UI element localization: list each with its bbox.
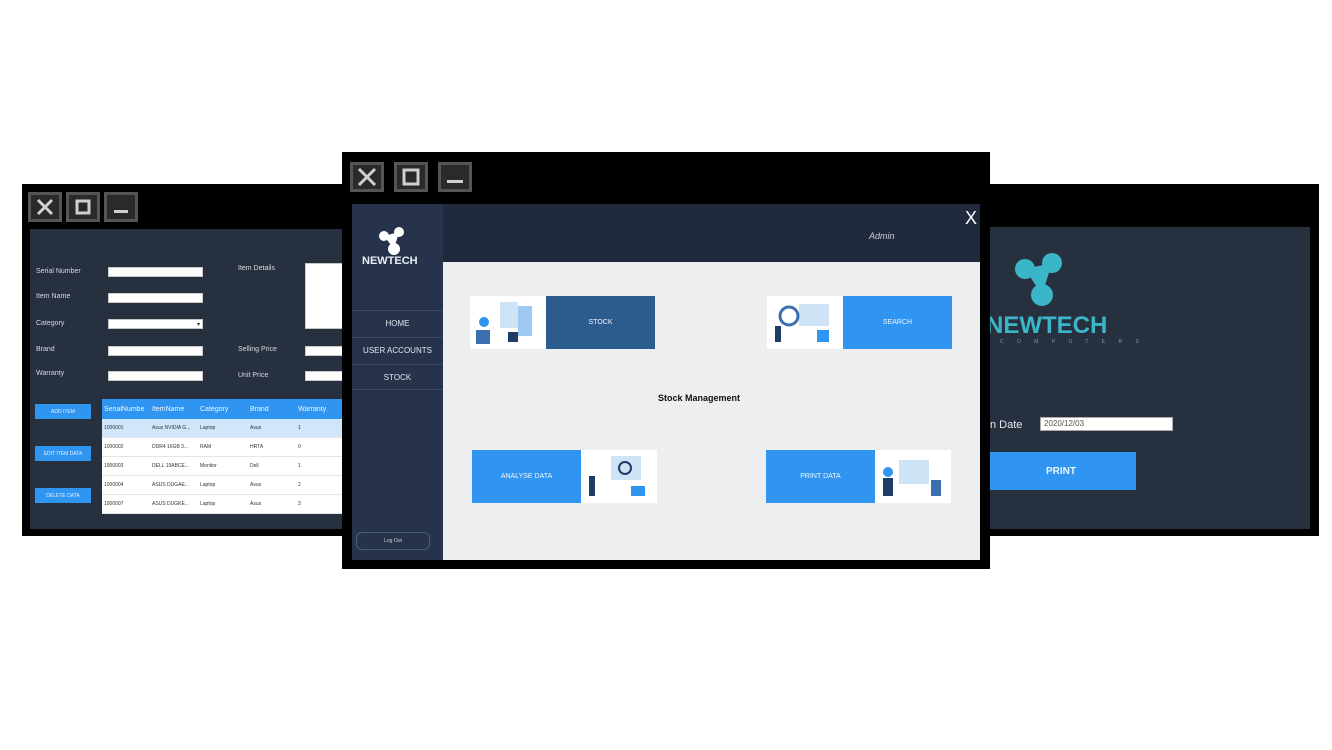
search-button[interactable]: SEARCH [843,296,952,349]
table-cell: DDR4 16GB 3... [152,444,189,450]
table-cell: 1 [298,425,301,431]
print-illustration [875,450,951,503]
brand-field[interactable] [108,346,203,356]
item-name-label: Item Name [36,293,71,300]
table-cell: Laptop [200,482,216,488]
table-cell: RAM [200,444,212,450]
column-header[interactable]: SerialNumbe [102,406,152,413]
stock-management-window: NEWTECH HOME USER ACCOUNTS STOCK Log Out… [342,152,990,569]
analyse-illustration [581,450,657,503]
table-cell: 1000007 [104,501,124,507]
item-entry-form: Serial Number Item Name Category ▾ Brand… [30,229,352,529]
maximize-icon[interactable] [66,192,100,222]
brand-wordmark: NEWTECH [986,312,1108,339]
table-cell: 1 [298,463,301,469]
add-item-button[interactable]: ADD ITEM [35,404,91,419]
unit-price-label: Unit Price [238,372,269,379]
analyse-tile[interactable]: ANALYSE DATA [472,450,657,503]
print-tile[interactable]: PRINT DATA [766,450,951,503]
stock-tile[interactable]: STOCK [470,296,655,349]
table-row[interactable]: 1000001 Asus NVIDIA G... Laptop Asus 1 [102,419,352,438]
page-title: Stock Management [658,393,741,403]
table-cell: 1000002 [104,444,124,450]
table-cell: 1000003 [104,463,124,469]
search-tile[interactable]: SEARCH [767,296,952,349]
table-cell: 0 [298,444,301,450]
column-header[interactable]: Brand [250,406,298,413]
table-cell: Asus [250,501,262,507]
brand-tagline: C O M P U T E R S [1000,339,1145,345]
edit-item-button[interactable]: EDIT ITEM DATA [35,446,91,461]
table-row[interactable]: 1000004 ASUS DUGAE... Laptop Asus 2 [102,476,352,495]
current-user: Admin [869,231,895,241]
chevron-down-icon: ▾ [196,322,200,328]
date-label: n Date [990,419,1023,431]
table-cell: Asus [250,425,262,431]
print-button[interactable]: PRINT [986,452,1136,490]
table-cell: Laptop [200,501,216,507]
table-cell: 3 [298,501,301,507]
items-table: SerialNumbe ItemName Category Brand Warr… [102,399,352,514]
minimize-icon[interactable] [438,162,472,192]
close-icon[interactable] [350,162,384,192]
logout-button[interactable]: Log Out [356,532,430,550]
warranty-field[interactable] [108,371,203,381]
sidebar-item-user-accounts[interactable]: USER ACCOUNTS [352,337,443,363]
warranty-label: Warranty [36,370,65,377]
sidebar: NEWTECH HOME USER ACCOUNTS STOCK Log Out [352,204,443,560]
table-cell: HRTA [250,444,264,450]
print-report-panel: NEWTECH C O M P U T E R S n Date 2020/12… [986,227,1310,529]
table-cell: Dell [250,463,259,469]
sidebar-item-home[interactable]: HOME [352,310,443,336]
analyse-data-button[interactable]: ANALYSE DATA [472,450,581,503]
category-select[interactable]: ▾ [108,319,203,329]
item-details-label: Item Details [238,265,275,272]
table-cell: Monitor [200,463,217,469]
close-icon[interactable] [28,192,62,222]
stock-button[interactable]: STOCK [546,296,655,349]
delete-data-button[interactable]: DELETE DATA [35,488,91,503]
newtech-logo-icon [1015,253,1062,306]
column-header[interactable]: Category [200,406,250,413]
table-header: SerialNumbe ItemName Category Brand Warr… [102,399,352,419]
table-cell: ASUS DUGAE... [152,482,189,488]
top-bar: Admin X [443,204,980,262]
column-header[interactable]: ItemName [152,406,200,413]
table-row[interactable]: 1000003 DELL 19ABCE... Monitor Dell 1 [102,457,352,476]
brand-label: Brand [36,346,55,353]
item-entry-window: Serial Number Item Name Category ▾ Brand… [22,184,352,536]
newtech-logo-icon [379,227,404,255]
minimize-icon[interactable] [104,192,138,222]
table-cell: Asus NVIDIA G... [152,425,191,431]
serial-number-label: Serial Number [36,268,81,275]
close-icon[interactable]: X [965,208,977,229]
table-row[interactable]: 1000002 DDR4 16GB 3... RAM HRTA 0 [102,438,352,457]
dashboard: NEWTECH HOME USER ACCOUNTS STOCK Log Out… [352,204,980,560]
table-cell: DELL 19ABCE... [152,463,190,469]
table-cell: 1000001 [104,425,124,431]
category-label: Category [36,320,65,327]
serial-number-field[interactable] [108,267,203,277]
item-name-field[interactable] [108,293,203,303]
search-illustration [767,296,843,349]
stock-illustration [470,296,546,349]
column-header[interactable]: Warranty [298,406,338,413]
date-field[interactable]: 2020/12/03 [1040,417,1173,431]
print-data-button[interactable]: PRINT DATA [766,450,875,503]
table-cell: ASUS DUGKE... [152,501,189,507]
table-cell: Laptop [200,425,216,431]
table-cell: 1000004 [104,482,124,488]
table-cell: Asus [250,482,262,488]
table-row[interactable]: 1000007 ASUS DUGKE... Laptop Asus 3 [102,495,352,514]
stage: Serial Number Item Name Category ▾ Brand… [0,0,1332,750]
table-cell: 2 [298,482,301,488]
brand-wordmark: NEWTECH [362,255,418,267]
sidebar-item-stock[interactable]: STOCK [352,364,443,390]
maximize-icon[interactable] [394,162,428,192]
selling-price-label: Selling Price [238,346,277,353]
print-report-window: NEWTECH C O M P U T E R S n Date 2020/12… [986,184,1319,536]
